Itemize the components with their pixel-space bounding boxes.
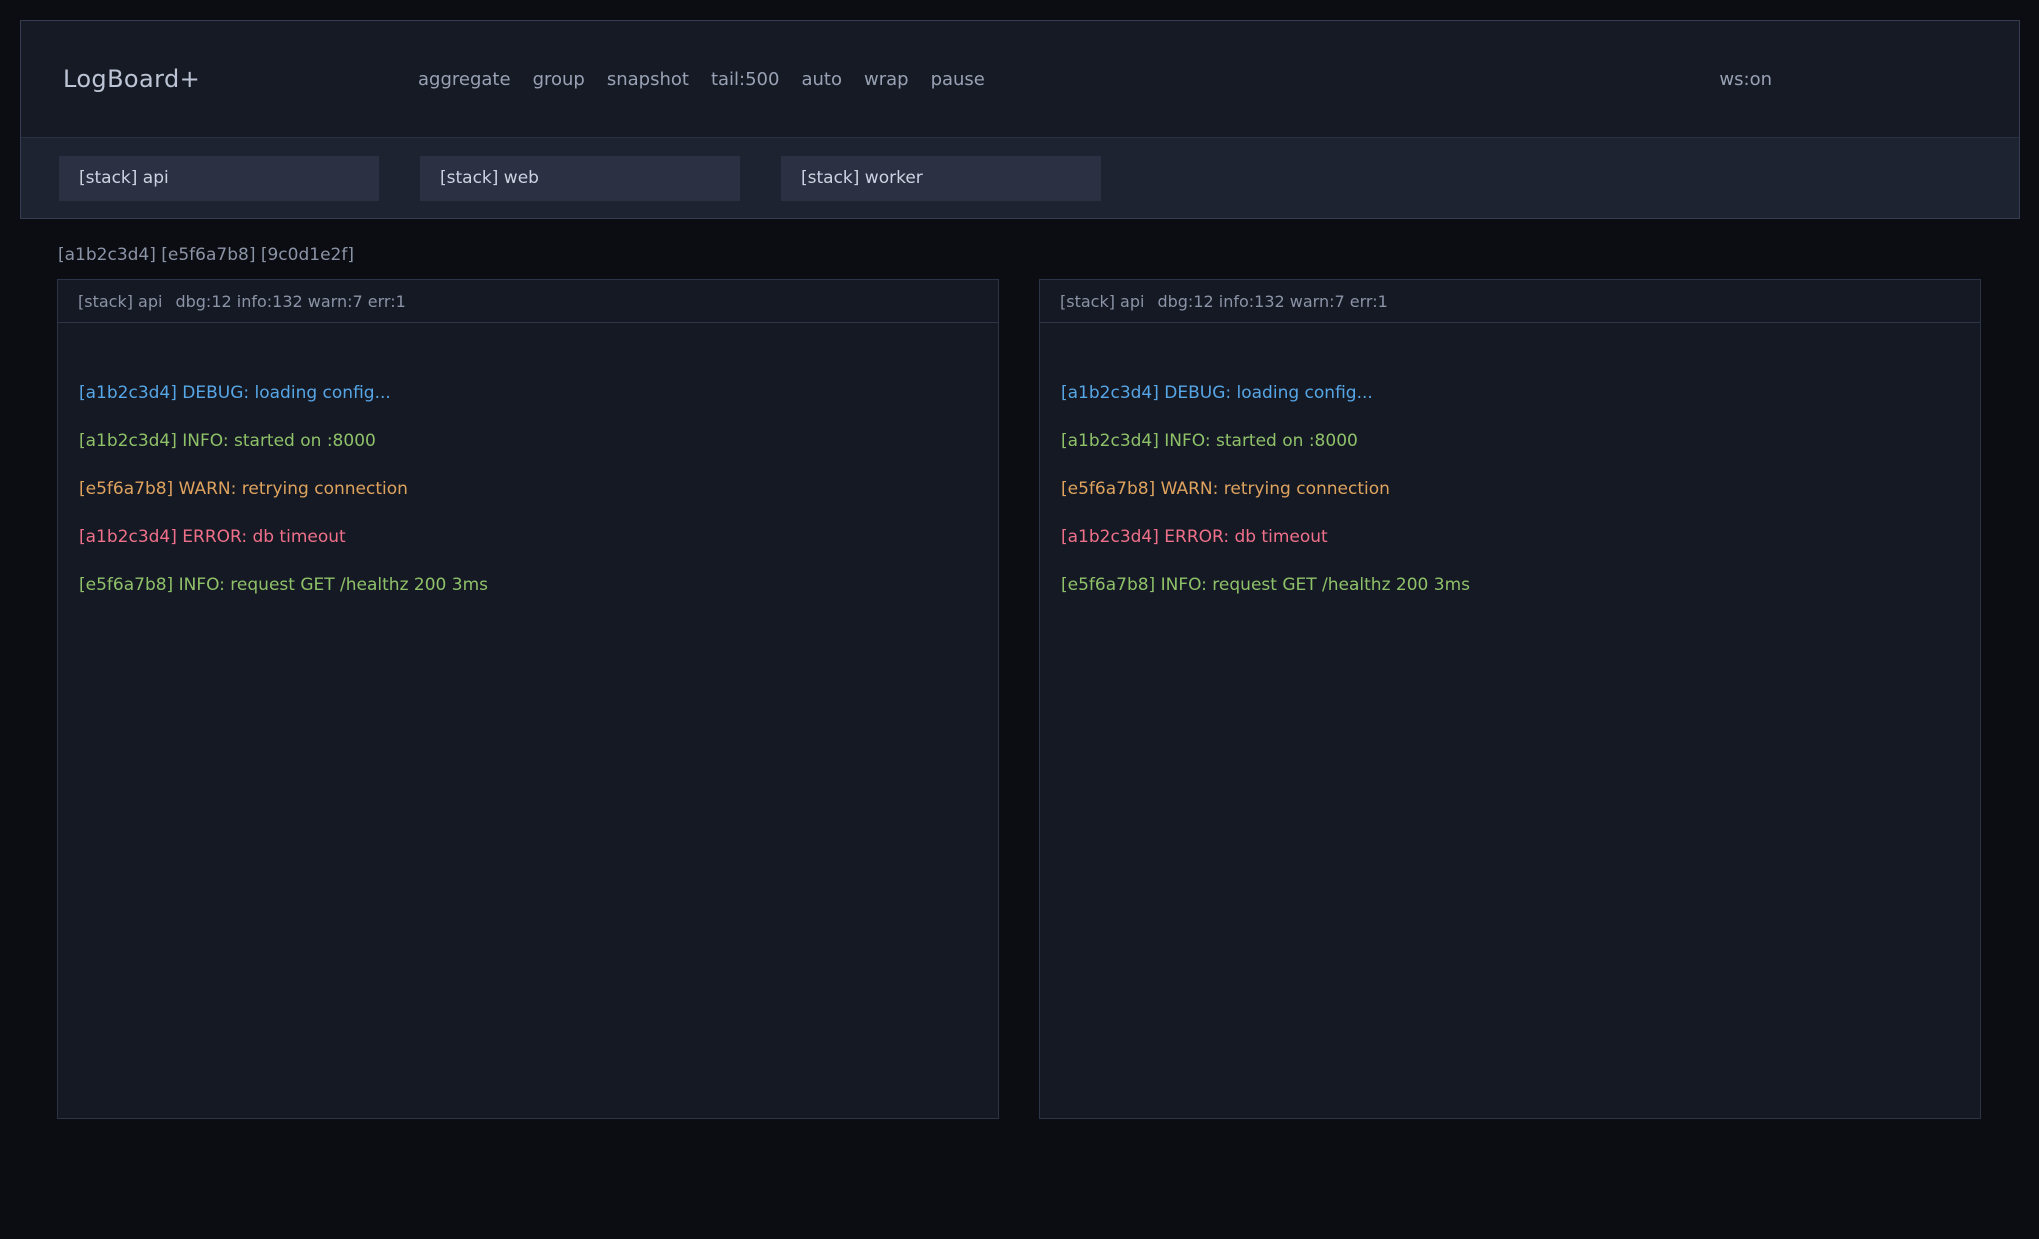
- log-line: [a1b2c3d4] DEBUG: loading config...: [1061, 369, 1960, 417]
- log-line: [e5f6a7b8] WARN: retrying connection: [79, 465, 978, 513]
- ws-status: ws:on: [1719, 21, 1772, 137]
- app-header: LogBoard+ aggregate group snapshot tail:…: [20, 20, 2020, 219]
- menu-item-wrap[interactable]: wrap: [864, 69, 909, 90]
- log-line: [e5f6a7b8] INFO: request GET /healthz 20…: [1061, 561, 1960, 609]
- header-menu: aggregate group snapshot tail:500 auto w…: [418, 21, 985, 137]
- log-line: [e5f6a7b8] WARN: retrying connection: [1061, 465, 1960, 513]
- log-line: [a1b2c3d4] ERROR: db timeout: [79, 513, 978, 561]
- panel-title: [stack] api: [1060, 292, 1144, 311]
- panel-stats: dbg:12 info:132 warn:7 err:1: [175, 292, 405, 311]
- log-panels: [stack] api dbg:12 info:132 warn:7 err:1…: [57, 279, 1981, 1119]
- tab-stack-web[interactable]: [stack] web: [420, 156, 740, 201]
- tab-stack-api[interactable]: [stack] api: [59, 156, 379, 201]
- panel-header: [stack] api dbg:12 info:132 warn:7 err:1: [58, 280, 998, 323]
- menu-item-aggregate[interactable]: aggregate: [418, 69, 511, 90]
- panel-header: [stack] api dbg:12 info:132 warn:7 err:1: [1040, 280, 1980, 323]
- panel-stats: dbg:12 info:132 warn:7 err:1: [1157, 292, 1387, 311]
- log-viewport[interactable]: [a1b2c3d4] DEBUG: loading config... [a1b…: [1040, 323, 1980, 1118]
- panel-title: [stack] api: [78, 292, 162, 311]
- log-line: [a1b2c3d4] INFO: started on :8000: [79, 417, 978, 465]
- tab-stack-worker[interactable]: [stack] worker: [781, 156, 1101, 201]
- menu-item-snapshot[interactable]: snapshot: [607, 69, 689, 90]
- menu-item-group[interactable]: group: [533, 69, 585, 90]
- log-line: [e5f6a7b8] INFO: request GET /healthz 20…: [79, 561, 978, 609]
- log-panel-left: [stack] api dbg:12 info:132 warn:7 err:1…: [57, 279, 999, 1119]
- menu-item-pause[interactable]: pause: [931, 69, 985, 90]
- app-title: LogBoard+: [63, 65, 200, 93]
- log-panel-right: [stack] api dbg:12 info:132 warn:7 err:1…: [1039, 279, 1981, 1119]
- log-line: [a1b2c3d4] ERROR: db timeout: [1061, 513, 1960, 561]
- menu-item-auto[interactable]: auto: [801, 69, 842, 90]
- menu-item-tail[interactable]: tail:500: [711, 69, 780, 90]
- breadcrumb: [a1b2c3d4] [e5f6a7b8] [9c0d1e2f]: [58, 245, 354, 265]
- log-line: [a1b2c3d4] INFO: started on :8000: [1061, 417, 1960, 465]
- log-viewport[interactable]: [a1b2c3d4] DEBUG: loading config... [a1b…: [58, 323, 998, 1118]
- header-toolbar: LogBoard+ aggregate group snapshot tail:…: [21, 21, 2019, 137]
- stack-tab-row: [stack] api [stack] web [stack] worker: [21, 137, 2019, 218]
- log-line: [a1b2c3d4] DEBUG: loading config...: [79, 369, 978, 417]
